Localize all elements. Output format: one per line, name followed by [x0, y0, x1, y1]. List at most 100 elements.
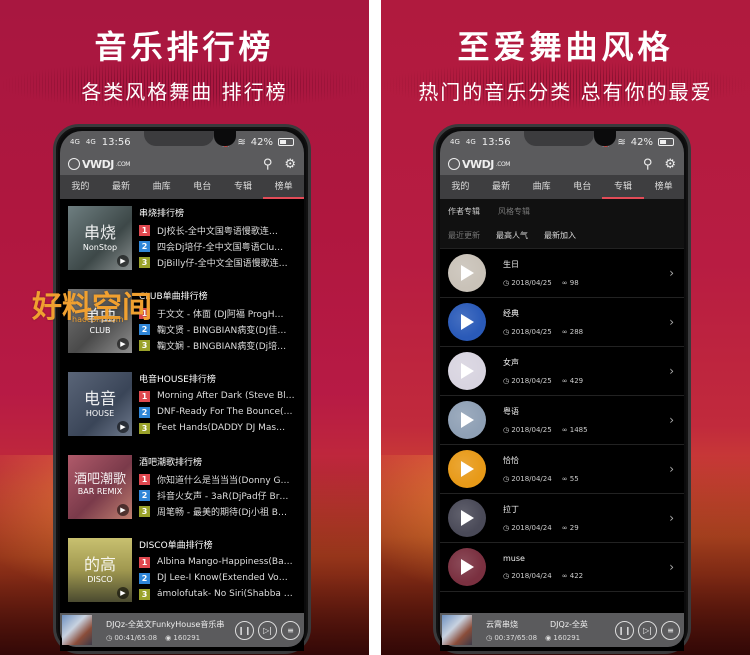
- tab-mine[interactable]: 我的: [67, 175, 93, 199]
- battery-icon: [278, 138, 294, 146]
- tab-latest[interactable]: 最新: [488, 175, 514, 199]
- album-name: 女声: [503, 358, 519, 367]
- album-row[interactable]: 拉丁 ◷ 2018/04/24 ∞ 29 ›: [440, 494, 684, 543]
- signal-icon: 4G: [70, 138, 80, 146]
- now-playing-cover[interactable]: [442, 615, 472, 645]
- rank-badge: 1: [139, 473, 150, 485]
- logo-emblem-icon: [448, 158, 460, 170]
- wifi-icon: ≋: [617, 136, 626, 148]
- chart-cover[interactable]: 酒吧潮歌 BAR REMIX ▶: [68, 455, 132, 519]
- sort-recent[interactable]: 最近更新: [448, 230, 480, 241]
- track-row[interactable]: 3 周笔畅 - 最美的期待(Dj小祖 B…: [139, 503, 296, 519]
- chevron-right-icon[interactable]: ›: [669, 462, 674, 476]
- tab-latest[interactable]: 最新: [108, 175, 134, 199]
- tab-albums[interactable]: 专辑: [601, 175, 644, 199]
- track-row[interactable]: 3 DjBilly仔-全中文全国语慢歌连…: [139, 254, 296, 270]
- chart-cover[interactable]: 串烧 NonStop ▶: [68, 206, 132, 270]
- rank-badge: 3: [139, 256, 150, 268]
- promo-headline: 至爱舞曲风格: [457, 28, 674, 66]
- phone-screen: 4G 4G 13:56 ⏰ ≋ 42% VWDJ.COM ⚲ ⚙: [60, 131, 304, 651]
- track-row[interactable]: 2 四会Dj培仔-全中文国粤语Clu…: [139, 238, 296, 254]
- album-row[interactable]: 粤语 ◷ 2018/04/25 ∞ 1485 ›: [440, 396, 684, 445]
- rank-badge: 3: [139, 422, 150, 434]
- track-row[interactable]: 1 Albina Mango-Happiness(Ba…: [139, 554, 296, 570]
- signal-icon: 4G: [465, 138, 476, 146]
- album-row[interactable]: 女声 ◷ 2018/04/25 ∞ 429 ›: [440, 347, 684, 396]
- track-row[interactable]: 2 抖音火女声 - 3aR(DjPad仔 Br…: [139, 487, 296, 503]
- album-cover[interactable]: [448, 401, 486, 439]
- album-cover[interactable]: [448, 352, 486, 390]
- track-row[interactable]: 1 你知道什么是当当当(Donny G…: [139, 471, 296, 487]
- chevron-right-icon[interactable]: ›: [669, 315, 674, 329]
- search-icon[interactable]: ⚲: [643, 157, 653, 172]
- album-row[interactable]: 经典 ◷ 2018/04/25 ∞ 288 ›: [440, 298, 684, 347]
- gear-icon[interactable]: ⚙: [284, 157, 296, 172]
- app-logo[interactable]: VWDJ .COM: [448, 158, 510, 171]
- notch-speaker: [144, 131, 214, 146]
- chart-item[interactable]: 酒吧潮歌 BAR REMIX ▶ 酒吧潮歌排行榜 1 你知道什么是当当当(Donn…: [60, 448, 304, 531]
- tab-mine[interactable]: 我的: [447, 175, 473, 199]
- sort-newest[interactable]: 最新加入: [544, 230, 576, 241]
- album-count: 29: [569, 524, 579, 532]
- album-cover[interactable]: [448, 303, 486, 341]
- mini-player[interactable]: 云霄串烧 DJQz-全英 ◷ 00:37/65:08 ◉ 160291 ❙❙ ▷|…: [440, 613, 684, 647]
- tab-radio[interactable]: 电台: [569, 175, 595, 199]
- chevron-right-icon[interactable]: ›: [669, 266, 674, 280]
- pause-button[interactable]: ❙❙: [235, 620, 254, 640]
- main-tabs: 我的 最新 曲库 电台 专辑 榜单: [60, 175, 304, 199]
- track-row[interactable]: 2 DJ Lee-I Know(Extended Vo…: [139, 570, 296, 586]
- chart-cover[interactable]: 电音 HOUSE ▶: [68, 372, 132, 436]
- chevron-right-icon[interactable]: ›: [669, 364, 674, 378]
- album-cover[interactable]: [448, 548, 486, 586]
- track-row[interactable]: 1 DJ校长-全中文国粤语慢歌连…: [139, 222, 296, 238]
- track-row[interactable]: 3 ámolofutak- No Siri(Shabba D…: [139, 586, 296, 602]
- chart-cover[interactable]: 的高 DISCO ▶: [68, 538, 132, 602]
- chevron-right-icon[interactable]: ›: [669, 511, 674, 525]
- chart-item[interactable]: 的高 DISCO ▶ DISCO单曲排行榜 1 Albina Mango-Happ…: [60, 531, 304, 614]
- now-playing-cover[interactable]: [62, 615, 92, 645]
- track-row[interactable]: 2 鞠文贤 - BINGBIAN病变(DJ佳…: [139, 321, 296, 337]
- album-row[interactable]: muse ◷ 2018/04/24 ∞ 422 ›: [440, 543, 684, 592]
- pause-button[interactable]: ❙❙: [615, 620, 634, 640]
- album-row[interactable]: 生日 ◷ 2018/04/25 ∞ 98 ›: [440, 249, 684, 298]
- play-icon[interactable]: ▶: [117, 587, 129, 599]
- tab-library[interactable]: 曲库: [149, 175, 175, 199]
- playlist-button[interactable]: ≡: [661, 620, 680, 640]
- play-icon[interactable]: ▶: [117, 421, 129, 433]
- tab-charts[interactable]: 榜单: [651, 175, 677, 199]
- gear-icon[interactable]: ⚙: [664, 157, 676, 172]
- track-row[interactable]: 3 鞠文娴 - BINGBIAN病变(Dj培…: [139, 337, 296, 353]
- play-icon[interactable]: ▶: [117, 338, 129, 350]
- tab-library[interactable]: 曲库: [529, 175, 555, 199]
- status-bar: 4G 4G 13:56 ⏰ ≋ 42%: [60, 131, 304, 153]
- signal-icon: 4G: [450, 138, 460, 146]
- play-icon[interactable]: ▶: [117, 255, 129, 267]
- album-cover[interactable]: [448, 254, 486, 292]
- album-row[interactable]: 恰恰 ◷ 2018/04/24 ∞ 55 ›: [440, 445, 684, 494]
- album-cover[interactable]: [448, 499, 486, 537]
- next-button[interactable]: ▷|: [258, 620, 277, 640]
- tab-albums[interactable]: 专辑: [230, 175, 256, 199]
- sort-popular[interactable]: 最高人气: [496, 230, 528, 241]
- rank-badge: 1: [139, 556, 150, 568]
- subtab-style-albums[interactable]: 风格专辑: [498, 206, 530, 217]
- subtab-author-albums[interactable]: 作者专辑: [448, 206, 480, 217]
- tab-radio[interactable]: 电台: [189, 175, 215, 199]
- app-logo[interactable]: VWDJ .COM: [68, 158, 130, 171]
- track-row[interactable]: 1 于文文 - 体面 (DJ阿福 ProgH…: [139, 305, 296, 321]
- tab-charts[interactable]: 榜单: [262, 175, 304, 199]
- album-cover[interactable]: [448, 450, 486, 488]
- chart-item[interactable]: 电音 HOUSE ▶ 电音HOUSE排行榜 1 Morning After Dar…: [60, 365, 304, 448]
- play-icon[interactable]: ▶: [117, 504, 129, 516]
- chevron-right-icon[interactable]: ›: [669, 560, 674, 574]
- chevron-right-icon[interactable]: ›: [669, 413, 674, 427]
- count-icon: ∞ 55: [561, 475, 579, 483]
- mini-player[interactable]: DJQz-全英文FunkyHouse音乐串 ◷ 00:41/65:08 ◉ 16…: [60, 613, 304, 647]
- track-row[interactable]: 2 DNF-Ready For The Bounce(…: [139, 404, 296, 420]
- track-row[interactable]: 1 Morning After Dark (Steve Bl…: [139, 388, 296, 404]
- next-button[interactable]: ▷|: [638, 620, 657, 640]
- track-row[interactable]: 3 Feet Hands(DADDY DJ Mas…: [139, 420, 296, 436]
- chart-item[interactable]: 串烧 NonStop ▶ 串烧排行榜 1 DJ校长-全中文国粤语慢歌连… 2 四会D…: [60, 199, 304, 282]
- search-icon[interactable]: ⚲: [263, 157, 273, 172]
- playlist-button[interactable]: ≡: [281, 620, 300, 640]
